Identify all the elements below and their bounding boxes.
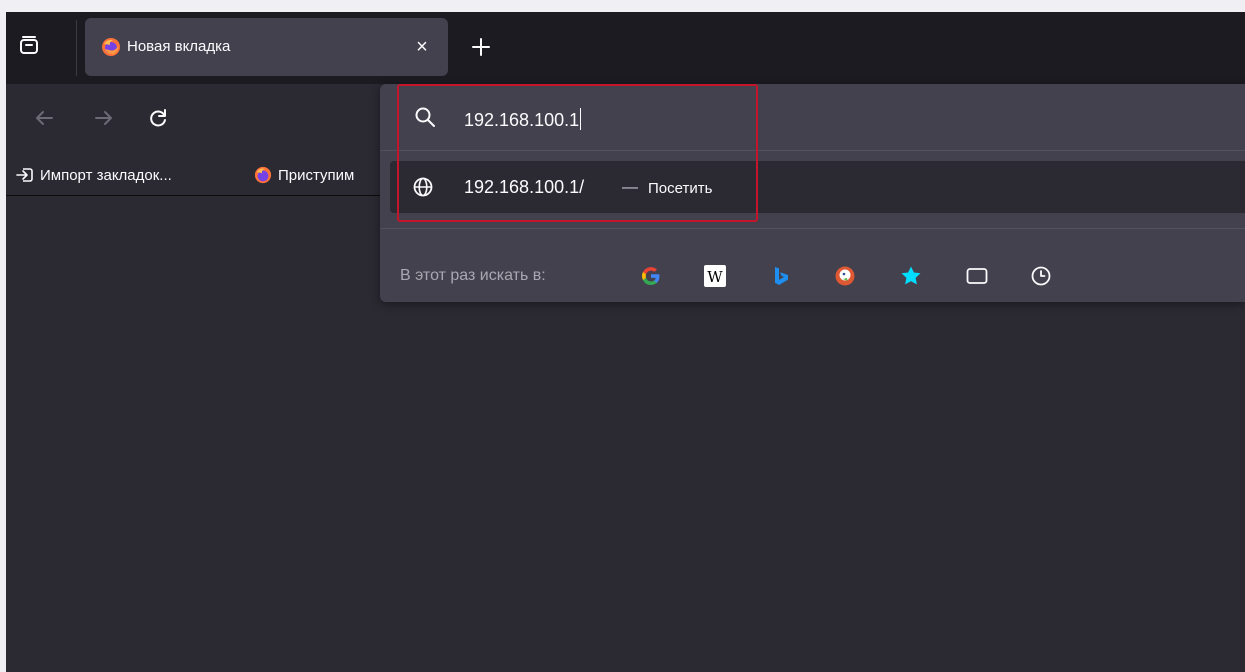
browser-window: Новая вкладка × Импорт закладок... Прист… [6, 12, 1245, 672]
tab-title: Новая вкладка [127, 38, 231, 55]
search-engines-label: В этот раз искать в: [400, 267, 546, 284]
globe-icon [412, 176, 434, 198]
suggestion-separator: — [622, 179, 638, 196]
duckduckgo-icon[interactable] [832, 263, 858, 289]
bookmark-import-label: Импорт закладок... [40, 166, 172, 184]
tab-list-button[interactable] [18, 34, 40, 56]
forward-button[interactable] [92, 106, 116, 130]
tab-bar: Новая вкладка × [6, 12, 1245, 84]
popup-divider [380, 150, 1245, 151]
bing-icon[interactable] [768, 263, 794, 289]
url-input-row[interactable]: 192.168.100.1 [380, 84, 1245, 150]
bookmark-get-started[interactable]: Приступим [254, 164, 376, 186]
bookmark-import[interactable]: Импорт закладок... [16, 164, 172, 186]
search-icon [414, 106, 436, 128]
wikipedia-icon[interactable]: W [702, 263, 728, 289]
google-icon[interactable] [638, 263, 664, 289]
text-caret [580, 108, 582, 130]
suggestion-action: Посетить [648, 180, 713, 197]
close-tab-icon[interactable]: × [411, 36, 433, 58]
tab-separator [76, 20, 77, 76]
urlbar-popup: 192.168.100.1 192.168.100.1/ — Посетить … [380, 84, 1245, 302]
bookmarks-star-icon[interactable] [898, 263, 924, 289]
firefox-icon [101, 37, 121, 57]
new-tab-button[interactable] [468, 34, 494, 60]
suggestion-visit[interactable]: 192.168.100.1/ — Посетить [390, 161, 1245, 213]
tabs-icon[interactable] [964, 263, 990, 289]
popup-divider-2 [380, 228, 1245, 229]
arrow-right-icon [95, 111, 112, 125]
svg-text:W: W [707, 268, 723, 286]
arrow-left-icon [36, 111, 53, 125]
url-input[interactable]: 192.168.100.1 [464, 108, 582, 131]
suggestion-url: 192.168.100.1/ [464, 177, 585, 197]
history-icon[interactable] [1028, 263, 1054, 289]
tab-new-tab[interactable]: Новая вкладка × [85, 18, 448, 76]
reload-icon [150, 109, 166, 127]
reload-button[interactable] [146, 106, 170, 130]
url-input-text: 192.168.100.1 [464, 110, 580, 130]
back-button[interactable] [32, 106, 56, 130]
plus-icon [472, 38, 490, 56]
bookmark-get-started-label: Приступим [278, 166, 355, 184]
import-icon [16, 168, 33, 182]
firefox-icon [254, 166, 272, 184]
tab-list-icon [20, 36, 38, 54]
